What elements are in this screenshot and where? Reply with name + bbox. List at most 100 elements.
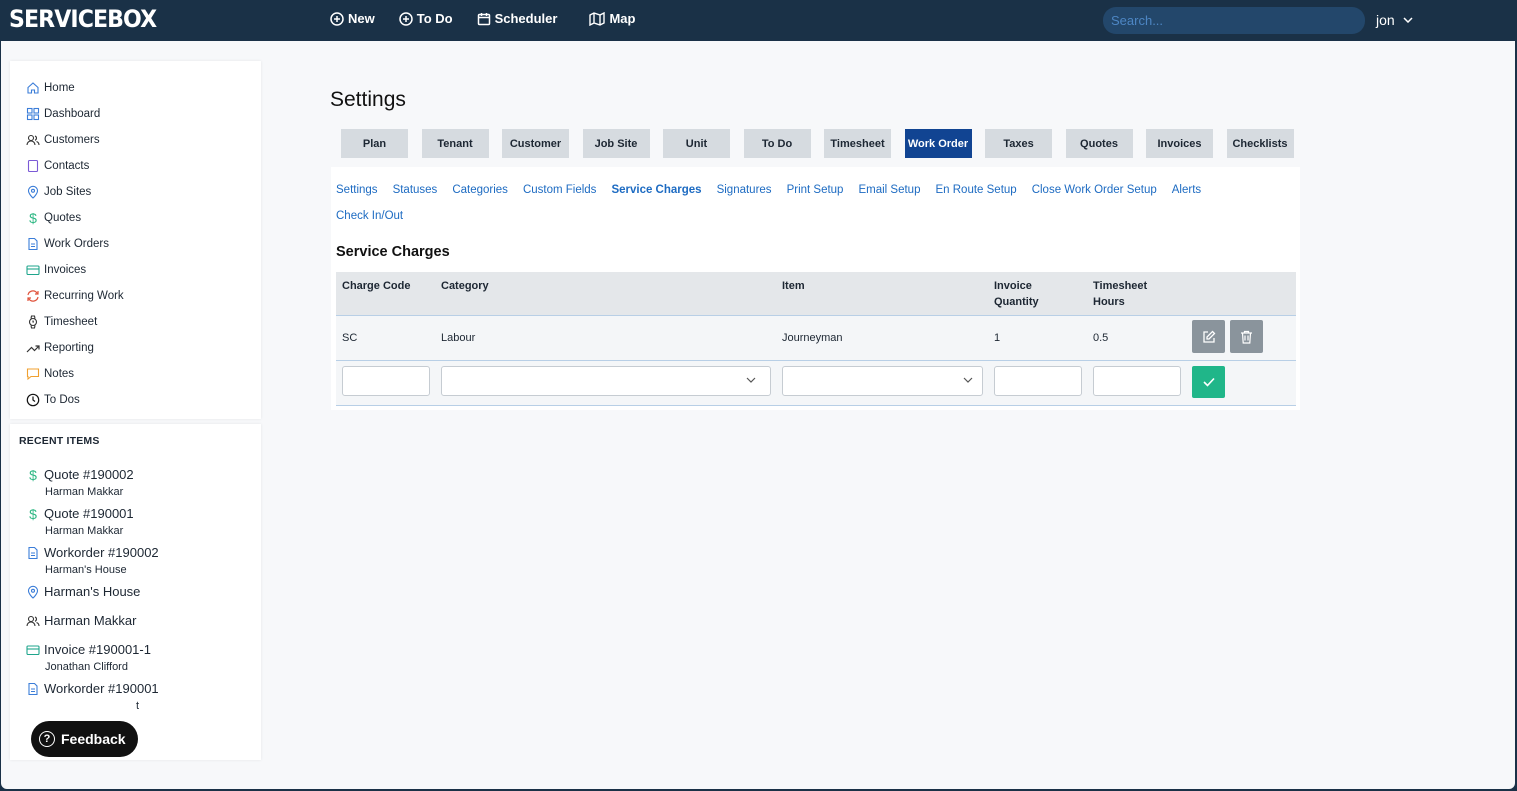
subtab-check-in-out[interactable]: Check In/Out [336, 209, 403, 235]
feedback-button[interactable]: ? Feedback [31, 721, 138, 757]
recent-item[interactable]: Harman Makkar [10, 613, 261, 628]
sidebar-item-quotes[interactable]: $ Quotes [10, 205, 261, 231]
map-pin-icon [26, 585, 40, 599]
item-select[interactable] [782, 366, 983, 396]
recent-item[interactable]: Invoice #190001-1 Jonathan Clifford [10, 642, 261, 673]
recent-item-label: Quote #190002 [44, 467, 134, 482]
subtab-close-work-order-setup[interactable]: Close Work Order Setup [1032, 183, 1157, 209]
tab-plan[interactable]: Plan [341, 129, 408, 158]
refresh-icon [26, 289, 40, 303]
sidebar-item-label: Recurring Work [44, 290, 124, 302]
calendar-icon [477, 12, 490, 25]
credit-card-icon [26, 263, 40, 277]
tab-timesheet[interactable]: Timesheet [824, 129, 891, 158]
document-icon [26, 682, 40, 696]
tab-job-site[interactable]: Job Site [582, 129, 650, 158]
cell-invoice-quantity: 1 [994, 332, 1001, 344]
users-icon [26, 614, 40, 628]
trash-icon [1241, 330, 1252, 344]
recent-item[interactable]: Harman's House [10, 584, 261, 599]
sidebar-item-invoices[interactable]: Invoices [10, 257, 261, 283]
sidebar-item-customers[interactable]: Customers [10, 127, 261, 153]
sidebar-item-contacts[interactable]: Contacts [10, 153, 261, 179]
recent-item[interactable]: $ Quote #190001 Harman Makkar [10, 506, 261, 538]
credit-card-icon [26, 643, 40, 657]
subtab-en-route-setup[interactable]: En Route Setup [935, 183, 1016, 209]
scheduler-button[interactable]: Scheduler [477, 11, 557, 26]
tab-checklists[interactable]: Checklists [1226, 129, 1294, 158]
cell-item: Journeyman [782, 332, 843, 344]
subtab-settings[interactable]: Settings [336, 183, 378, 209]
subtab-signatures[interactable]: Signatures [717, 183, 772, 209]
search-input[interactable] [1103, 7, 1365, 34]
invoice-quantity-input[interactable] [994, 366, 1082, 396]
help-icon: ? [39, 731, 55, 747]
sidebar-item-label: Home [44, 82, 75, 94]
subtab-email-setup[interactable]: Email Setup [858, 183, 920, 209]
todo-button[interactable]: To Do [398, 11, 453, 26]
recent-item[interactable]: Workorder #190002 Harman's House [10, 545, 261, 576]
sidebar-item-notes[interactable]: Notes [10, 361, 261, 387]
sidebar-item-work-orders[interactable]: Work Orders [10, 231, 261, 257]
category-select[interactable] [441, 366, 771, 396]
document-icon [26, 237, 40, 251]
sidebar-item-job-sites[interactable]: Job Sites [10, 179, 261, 205]
recent-item-label: Invoice #190001-1 [44, 642, 151, 657]
tab-to-do[interactable]: To Do [743, 129, 811, 158]
subtab-alerts[interactable]: Alerts [1172, 183, 1201, 209]
chevron-down-icon [746, 377, 756, 383]
sidebar-item-home[interactable]: Home [10, 75, 261, 101]
subtab-statuses[interactable]: Statuses [393, 183, 438, 209]
cell-category: Labour [441, 332, 476, 344]
sidebar-item-label: Job Sites [44, 186, 92, 198]
recent-item-label: Harman Makkar [44, 613, 137, 628]
tab-quotes[interactable]: Quotes [1065, 129, 1133, 158]
book-icon [26, 159, 40, 173]
sidebar-item-dashboard[interactable]: Dashboard [10, 101, 261, 127]
sidebar-item-to-dos[interactable]: To Dos [10, 387, 261, 413]
recent-item-sub: Harman's House [45, 564, 127, 576]
delete-button[interactable] [1230, 320, 1263, 353]
cell-timesheet-hours: 0.5 [1093, 332, 1109, 344]
timesheet-hours-input[interactable] [1093, 366, 1181, 396]
tab-customer[interactable]: Customer [502, 129, 569, 158]
edit-icon [1202, 330, 1215, 343]
subtab-categories[interactable]: Categories [452, 183, 508, 209]
logo[interactable]: SERVICEBOX [9, 5, 157, 33]
user-menu[interactable]: jon [1376, 12, 1413, 28]
charge-code-input[interactable] [342, 366, 430, 396]
tab-work-order[interactable]: Work Order [904, 129, 972, 158]
edit-button[interactable] [1192, 320, 1225, 353]
tab-tenant[interactable]: Tenant [421, 129, 489, 158]
map-button[interactable]: Map [589, 11, 635, 26]
header-invoice-quantity: Invoice Quantity [994, 280, 1039, 308]
recent-item[interactable]: $ Quote #190002 Harman Makkar [10, 467, 261, 499]
app-window: SERVICEBOX New To Do Scheduler Map jon [1, 0, 1515, 789]
tab-invoices[interactable]: Invoices [1146, 129, 1213, 158]
subtab-custom-fields[interactable]: Custom Fields [523, 183, 597, 209]
subtab-service-charges[interactable]: Service Charges [611, 183, 701, 209]
tab-taxes[interactable]: Taxes [985, 129, 1052, 158]
sidebar: Home Dashboard Customers Contacts Job Si… [10, 61, 261, 419]
sidebar-item-label: Dashboard [44, 108, 101, 120]
sidebar-item-reporting[interactable]: Reporting [10, 335, 261, 361]
todo-label: To Do [416, 11, 453, 26]
recent-item[interactable]: Workorder #190001 t [10, 681, 261, 712]
recent-item-sub: Harman Makkar [45, 525, 124, 537]
sidebar-item-recurring-work[interactable]: Recurring Work [10, 283, 261, 309]
sidebar-item-label: Work Orders [44, 238, 109, 250]
tab-unit[interactable]: Unit [663, 129, 730, 158]
sidebar-item-label: Contacts [44, 160, 90, 172]
recent-item-sub: t [136, 700, 140, 712]
subtab-print-setup[interactable]: Print Setup [787, 183, 844, 209]
sidebar-item-timesheet[interactable]: Timesheet [10, 309, 261, 335]
settings-tabs: Plan Tenant Customer Job Site Unit To Do… [341, 129, 1307, 158]
section-title: Service Charges [336, 244, 450, 260]
map-icon [589, 11, 606, 26]
sidebar-item-label: Customers [44, 134, 100, 146]
settings-content: Settings Statuses Categories Custom Fiel… [331, 167, 1300, 410]
new-button[interactable]: New [330, 11, 375, 26]
save-charge-button[interactable] [1192, 366, 1225, 398]
grid-icon [26, 107, 40, 121]
document-icon [26, 546, 40, 560]
